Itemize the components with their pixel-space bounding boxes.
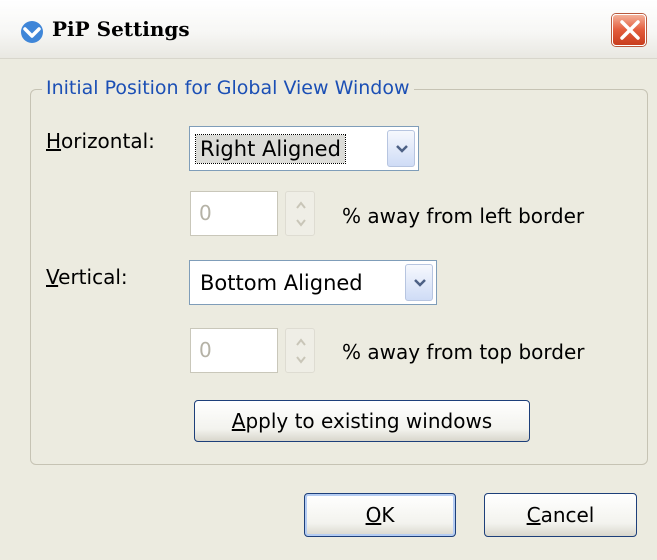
horizontal-alignment-select[interactable]: Right Aligned [189,126,419,171]
cancel-button[interactable]: Cancel [484,493,637,537]
ok-button[interactable]: OK [304,493,456,537]
close-button[interactable] [612,14,646,46]
window-title: PiP Settings [52,17,190,41]
vertical-offset-suffix: % away from top border [342,340,585,364]
pip-settings-dialog: PiP Settings Initial Position for Global… [0,0,657,560]
close-icon [620,20,640,40]
vertical-selected-value: Bottom Aligned [200,271,363,295]
chevron-down-icon [414,279,426,287]
vertical-dropdown-button[interactable] [405,264,433,301]
vertical-label: Vertical: [46,265,128,289]
horizontal-selected-value: Right Aligned [195,134,346,164]
pip-logo-icon [20,20,44,44]
horizontal-offset-input[interactable]: 0 [190,191,278,236]
horizontal-offset-suffix: % away from left border [342,204,585,228]
horizontal-offset-spinner[interactable] [285,191,315,236]
spin-up-down-icon [296,338,306,364]
horizontal-dropdown-button[interactable] [387,130,415,167]
group-title: Initial Position for Global View Window [42,76,414,100]
spin-up-down-icon [296,201,306,227]
vertical-offset-spinner[interactable] [285,328,315,373]
vertical-alignment-select[interactable]: Bottom Aligned [189,260,437,305]
horizontal-label: Horizontal: [46,129,155,153]
vertical-offset-input[interactable]: 0 [190,328,278,373]
title-bar[interactable]: PiP Settings [0,0,657,59]
apply-to-existing-windows-button[interactable]: Apply to existing windows [194,400,530,442]
chevron-down-icon [396,145,408,153]
